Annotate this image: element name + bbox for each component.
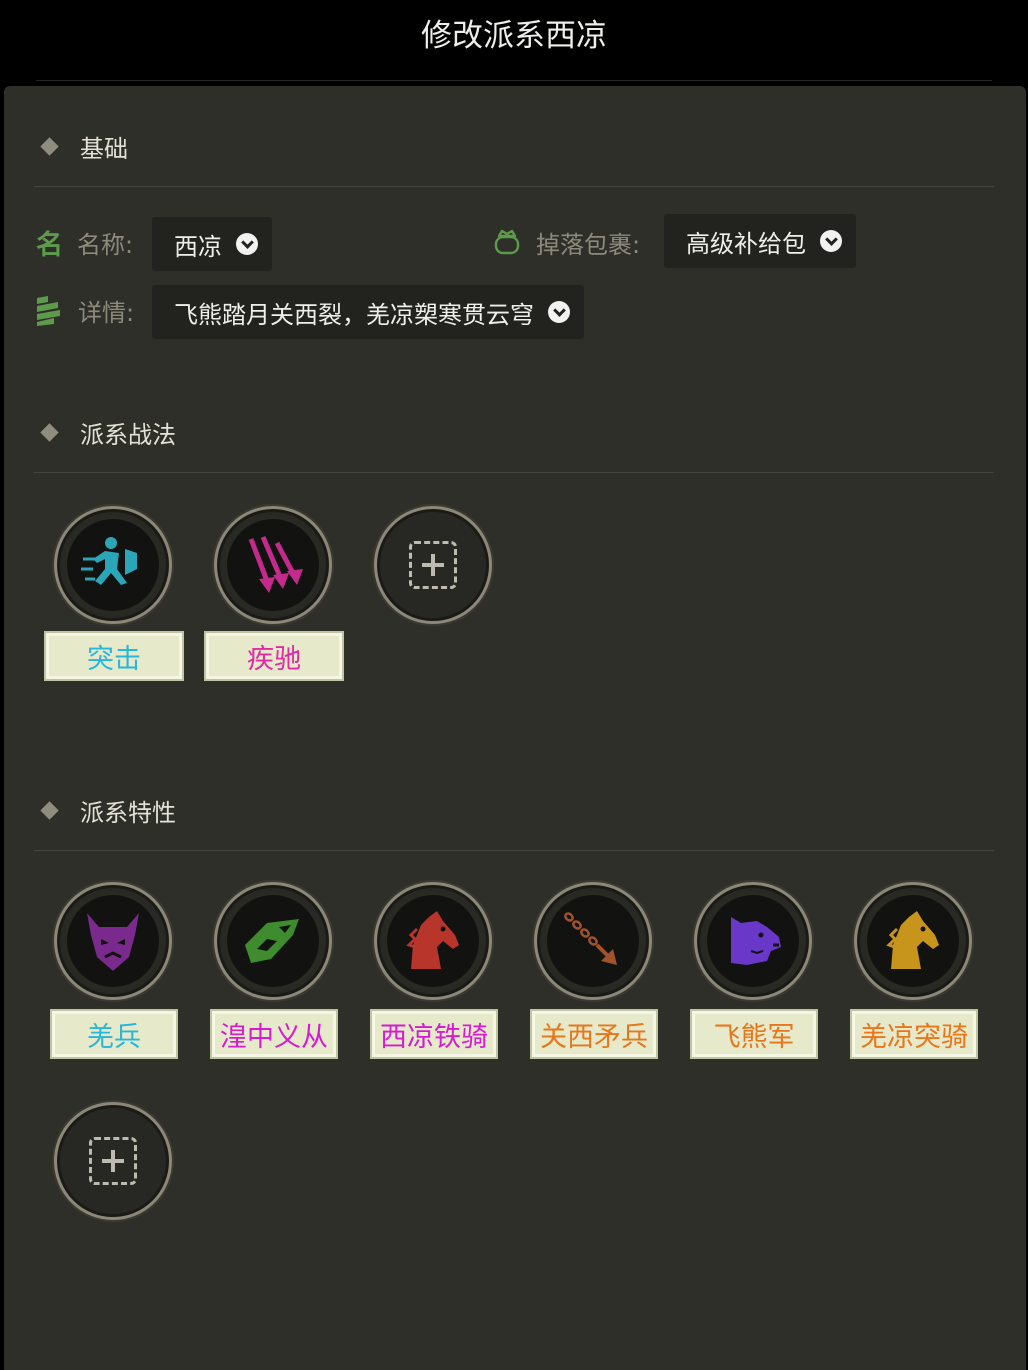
add-icon-frame [67, 1115, 159, 1207]
trait-slot-guanxi-spear[interactable] [534, 882, 652, 1000]
section-basic-title: 基础 [80, 134, 128, 163]
tactic-slot-gallop[interactable] [214, 506, 332, 624]
trait-icon-frame [867, 895, 959, 987]
trait-tag-huangzhong: 湟中义从 [210, 1009, 338, 1059]
charge-runner-icon [81, 537, 137, 585]
name-label-text: 名称: [77, 230, 134, 259]
trait-slot-huangzhong[interactable] [214, 882, 332, 1000]
tactic-slot-charge[interactable] [54, 506, 172, 624]
trait-tag-qiangliang-cavalry: 羌凉突骑 [850, 1009, 978, 1059]
scroll-leaf-icon [245, 919, 299, 963]
section-divider [34, 186, 994, 187]
detail-value: 飞熊踏月关西裂，羌凉槊寒贯云穹 [174, 300, 534, 329]
name-field-label: 名 名称: [36, 222, 133, 262]
section-traits-title: 派系特性 [80, 798, 176, 827]
trait-tag-xiliang-cavalry: 西凉铁骑 [370, 1009, 498, 1059]
drop-field-label: 掉落包裹: [492, 222, 640, 262]
section-traits-header: 派系特性 [40, 792, 176, 828]
name-value: 西凉 [174, 232, 222, 261]
add-icon [409, 541, 457, 589]
tactic-icon-frame [67, 519, 159, 611]
detail-dropdown[interactable]: 飞熊踏月关西裂，羌凉槊寒贯云穹 [152, 285, 584, 339]
triple-arrow-icon [248, 536, 303, 593]
trait-icon-frame [707, 895, 799, 987]
trait-slot-qiang[interactable] [54, 882, 172, 1000]
section-tactics-header: 派系战法 [40, 414, 176, 450]
drop-dropdown[interactable]: 高级补给包 [664, 214, 856, 268]
diamond-bullet-icon [40, 422, 59, 442]
detail-label-text: 详情: [78, 298, 135, 327]
trait-tag-guanxi-spear: 关西矛兵 [530, 1009, 658, 1059]
drop-label-text: 掉落包裹: [536, 230, 641, 259]
page-title: 修改派系西凉 [421, 18, 607, 54]
add-trait-button[interactable] [54, 1102, 172, 1220]
chevron-down-icon [820, 230, 842, 252]
add-icon [89, 1137, 137, 1185]
section-divider [34, 850, 994, 851]
chevron-down-icon [236, 233, 258, 255]
header-divider [36, 80, 992, 81]
section-tactics-title: 派系战法 [80, 420, 176, 449]
section-basic-header: 基础 [40, 128, 128, 164]
horse-head-icon [406, 911, 459, 969]
diamond-bullet-icon [40, 136, 59, 156]
tactic-tag-gallop: 疾驰 [204, 631, 344, 681]
name-dropdown[interactable]: 西凉 [152, 217, 272, 271]
trait-icon-frame [547, 895, 639, 987]
trait-tag-qiang: 羌兵 [50, 1009, 178, 1059]
name-icon: 名 [36, 229, 63, 261]
top-bar: 修改派系西凉 [0, 0, 1028, 81]
trait-slot-flying-bear[interactable] [694, 882, 812, 1000]
chain-spear-icon [564, 912, 617, 965]
chevron-down-icon [548, 301, 570, 323]
drop-value: 高级补给包 [686, 229, 806, 258]
add-icon-frame [387, 519, 479, 611]
trait-tag-flying-bear: 飞熊军 [690, 1009, 818, 1059]
demon-mask-icon [87, 913, 139, 971]
package-icon [494, 229, 520, 255]
bear-head-icon [731, 917, 781, 965]
tactic-icon-frame [227, 519, 319, 611]
trait-slot-qiangliang-cavalry[interactable] [854, 882, 972, 1000]
section-divider [34, 472, 994, 473]
trait-icon-frame [67, 895, 159, 987]
detail-field-label: 详情: [34, 290, 134, 330]
horse-head-icon [886, 911, 939, 969]
tactic-tag-charge: 突击 [44, 631, 184, 681]
diamond-bullet-icon [40, 800, 59, 820]
trait-icon-frame [387, 895, 479, 987]
add-tactic-button[interactable] [374, 506, 492, 624]
trait-slot-xiliang-cavalry[interactable] [374, 882, 492, 1000]
book-icon [37, 296, 60, 326]
trait-icon-frame [227, 895, 319, 987]
